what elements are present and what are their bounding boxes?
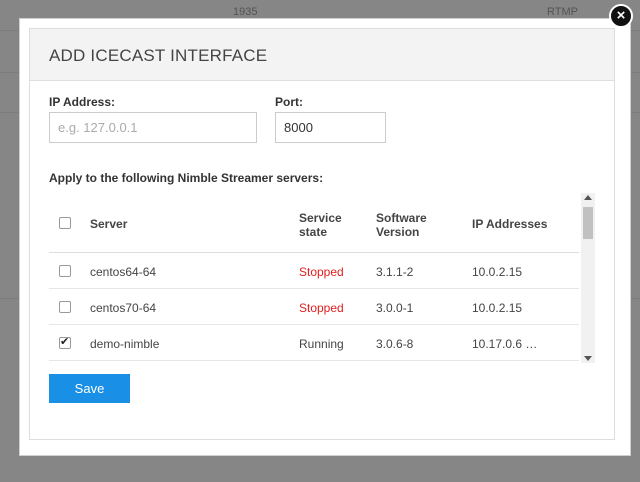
column-service-state: Service state [299, 211, 342, 239]
column-software-version-line2: Version [376, 225, 420, 239]
table-row[interactable]: demo-nimble Running 3.0.6-8 10.17.0.6 … [49, 325, 579, 361]
column-service-state-line1: Service [299, 211, 342, 225]
software-version: 3.1.1-2 [376, 265, 414, 279]
ip-address: 10.17.0.6 … [472, 337, 538, 351]
service-state: Running [299, 337, 344, 351]
scroll-thumb[interactable] [583, 207, 593, 239]
ip-address: 10.0.2.15 [472, 265, 523, 279]
column-service-state-line2: state [299, 225, 328, 239]
server-name: centos70-64 [90, 301, 157, 315]
ip-address-input[interactable] [49, 112, 257, 143]
service-state: Stopped [299, 265, 344, 279]
column-software-version: Software Version [376, 211, 427, 239]
servers-table: Server Service state Software Version IP… [49, 193, 595, 363]
column-server: Server [90, 217, 128, 231]
dialog-title: ADD ICECAST INTERFACE [49, 46, 268, 65]
software-version: 3.0.0-1 [376, 301, 414, 315]
table-scrollbar[interactable] [581, 193, 595, 363]
software-version: 3.0.6-8 [376, 337, 414, 351]
table-header-row: Server Service state Software Version IP… [49, 193, 579, 253]
apply-servers-label: Apply to the following Nimble Streamer s… [49, 171, 324, 185]
column-software-version-line1: Software [376, 211, 427, 225]
column-ip-addresses: IP Addresses [472, 217, 548, 231]
select-all-checkbox[interactable] [59, 217, 71, 229]
table-row[interactable]: centos70-64 Stopped 3.0.0-1 10.0.2.15 [49, 289, 579, 325]
scroll-down-arrow-icon[interactable] [584, 356, 592, 361]
row-checkbox[interactable] [59, 265, 71, 277]
add-icecast-dialog: ADD ICECAST INTERFACE IP Address: Port: … [19, 18, 631, 456]
ip-address: 10.0.2.15 [472, 301, 523, 315]
scroll-up-arrow-icon[interactable] [584, 195, 592, 200]
row-checkbox[interactable] [59, 335, 71, 349]
port-input[interactable] [275, 112, 386, 143]
server-name: centos64-64 [90, 265, 157, 279]
server-name: demo-nimble [90, 337, 160, 351]
close-icon[interactable]: × [609, 4, 633, 28]
table-row[interactable]: centos64-64 Stopped 3.1.1-2 10.0.2.15 [49, 253, 579, 289]
save-button[interactable]: Save [49, 374, 130, 403]
dialog-panel: ADD ICECAST INTERFACE IP Address: Port: … [29, 28, 615, 440]
port-label: Port: [275, 95, 303, 109]
row-checkbox[interactable] [59, 301, 71, 313]
ip-address-label: IP Address: [49, 95, 116, 109]
service-state: Stopped [299, 301, 344, 315]
dialog-header: ADD ICECAST INTERFACE [30, 29, 614, 81]
